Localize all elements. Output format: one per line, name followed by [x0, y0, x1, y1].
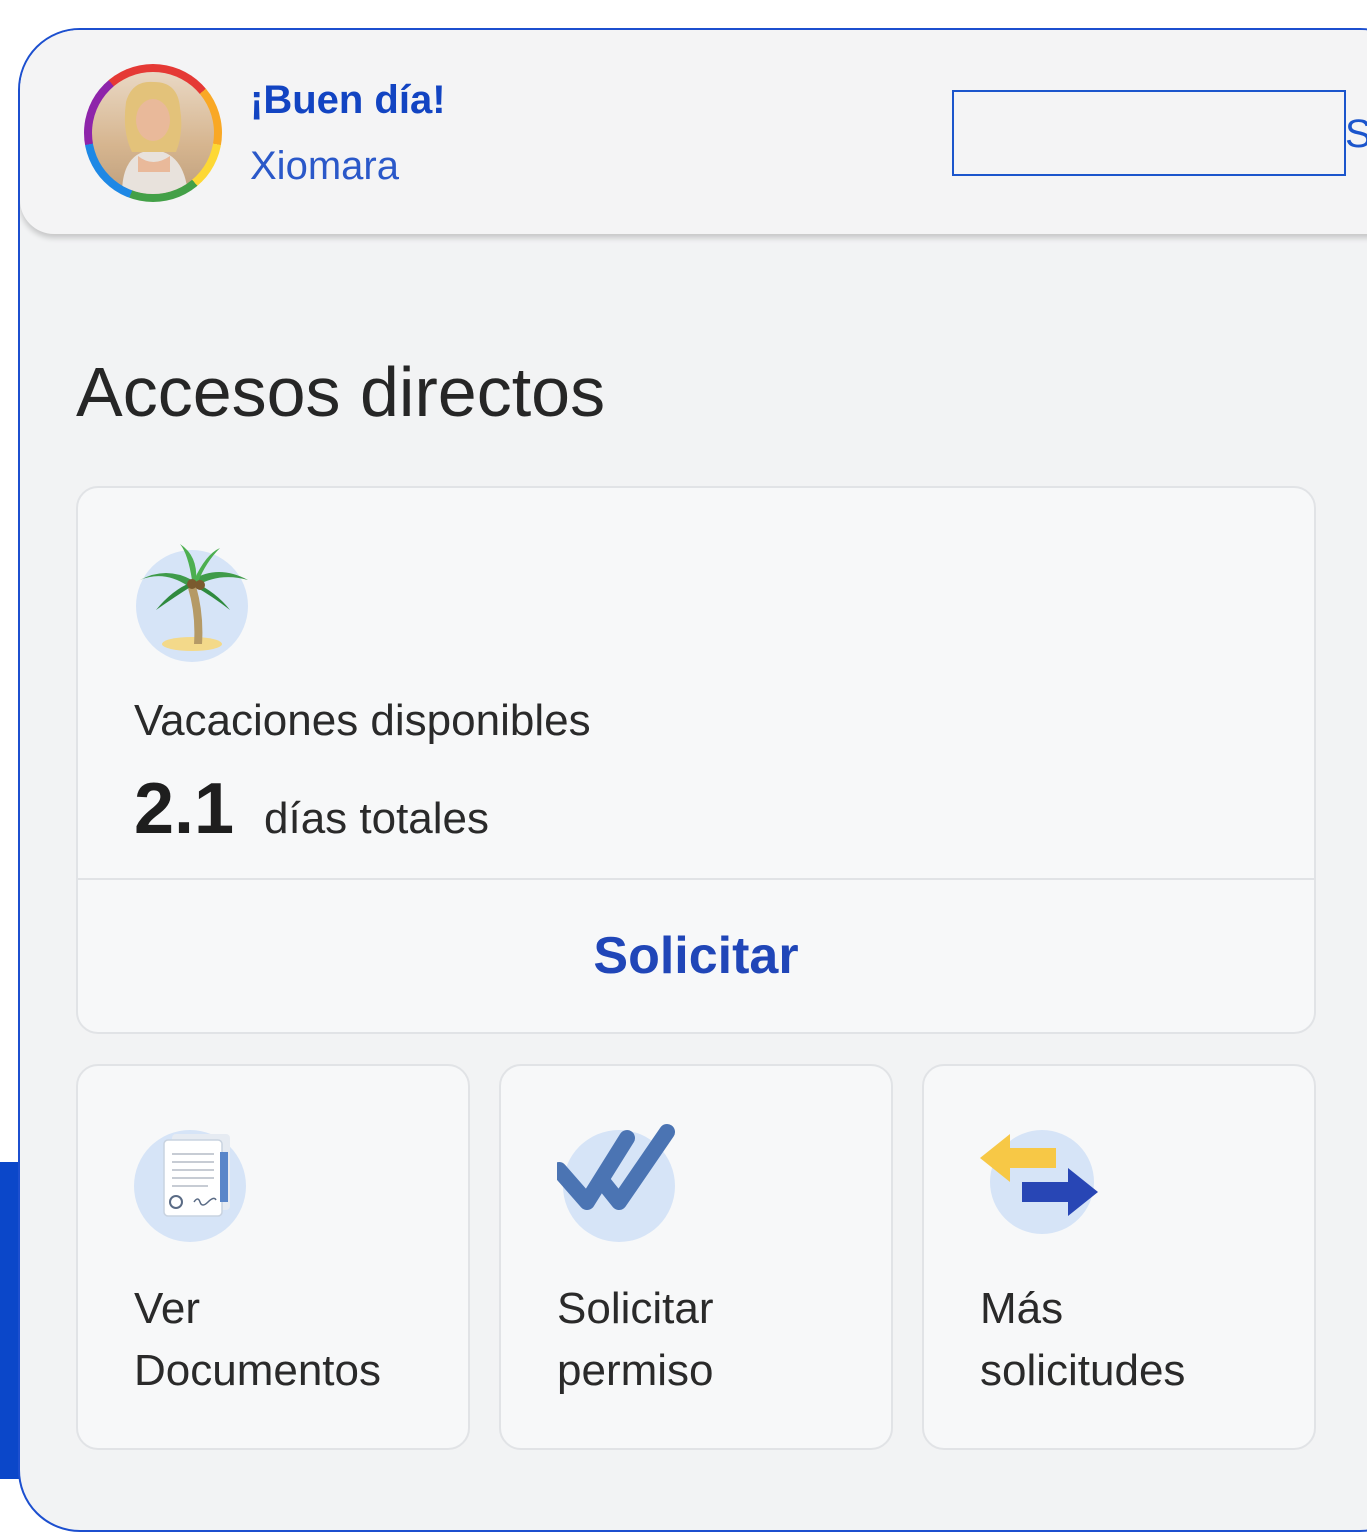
section-title: Accesos directos [76, 353, 606, 431]
shortcut-label-line: Documentos [134, 1346, 382, 1395]
app-frame: ¡Buen día! Xiomara S Accesos directos Va… [18, 28, 1367, 1532]
vacation-days-value: 2.1 [134, 769, 235, 849]
shortcut-label-line: Más [980, 1284, 1064, 1333]
shortcut-card-more-requests[interactable]: Más solicitudes [922, 1064, 1316, 1450]
shortcut-label: Más solicitudes [980, 1278, 1300, 1402]
request-vacation-button[interactable]: Solicitar [78, 880, 1314, 1032]
document-icon [134, 1122, 250, 1247]
shortcut-label-line: Solicitar [557, 1284, 714, 1333]
user-name: Xiomara [250, 144, 399, 188]
shortcut-label: Solicitar permiso [557, 1278, 877, 1402]
greeting-text: ¡Buen día! [250, 78, 446, 122]
shortcut-card-documents[interactable]: Ver Documentos [76, 1064, 470, 1450]
shortcut-label-line: permiso [557, 1346, 714, 1395]
header-input-box[interactable] [952, 90, 1346, 176]
swap-arrows-icon [980, 1122, 1104, 1247]
shortcut-card-permission[interactable]: Solicitar permiso [499, 1064, 893, 1450]
palm-tree-icon [136, 540, 252, 667]
shortcut-label-line: Ver [134, 1284, 201, 1333]
shortcut-label: Ver Documentos [134, 1278, 454, 1402]
shortcut-label-line: solicitudes [980, 1346, 1186, 1395]
header-edge-text: S [1345, 112, 1367, 157]
header: ¡Buen día! Xiomara S [20, 30, 1367, 234]
vacation-card: Vacaciones disponibles 2.1 días totales … [76, 486, 1316, 1034]
avatar[interactable] [84, 64, 222, 202]
avatar-photo [92, 72, 214, 194]
vacation-label: Vacaciones disponibles [134, 696, 591, 745]
vacation-days-unit: días totales [264, 794, 490, 843]
double-check-icon [551, 1122, 681, 1247]
